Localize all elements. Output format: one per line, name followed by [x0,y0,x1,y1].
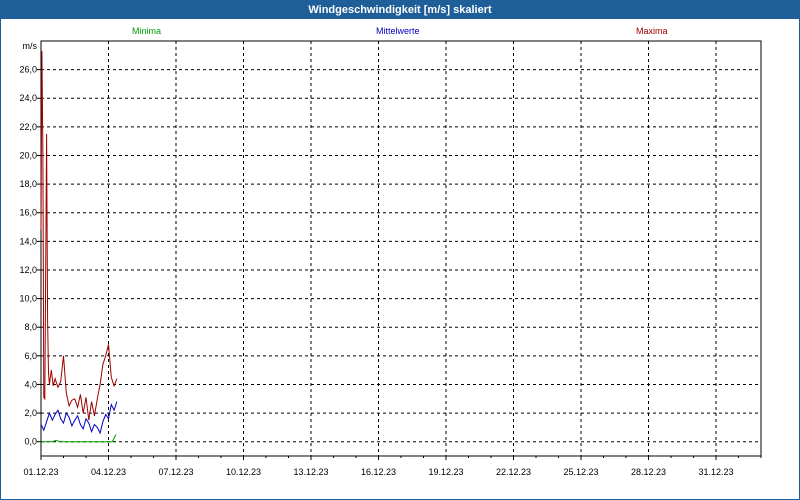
y-tick-label: 20,0 [19,150,37,160]
y-axis-unit: m/s [23,41,38,51]
grid [40,41,761,456]
y-tick-label: 0,0 [24,437,37,447]
y-tick-label: 12,0 [19,265,37,275]
y-tick-label: 10,0 [19,294,37,304]
y-tick-label: 24,0 [19,93,37,103]
plot-border [40,40,762,457]
y-tick-label: 2,0 [24,408,37,418]
x-tick-label: 16.12.23 [361,467,396,477]
x-tick-label: 31.12.23 [698,467,733,477]
chart-window: Windgeschwindigkeit [m/s] skaliert Minim… [0,0,800,500]
y-tick-label: 4,0 [24,379,37,389]
y-tick-label: 22,0 [19,122,37,132]
x-tick-label: 22.12.23 [496,467,531,477]
series-line-mittelwerte [40,401,118,435]
y-tick-label: 16,0 [19,208,37,218]
wind-speed-chart: 0,0 2,0 4,0 6,0 8,0 10,0 12,0 14,0 16,0 18,0 20,0 2… [19,40,762,477]
axes [37,40,762,460]
x-tick-label: 07.12.23 [158,467,193,477]
y-tick-label: 14,0 [19,236,37,246]
x-tick-label: 10.12.23 [226,467,261,477]
y-tick-label: 26,0 [19,65,37,75]
x-tick-label: 28.12.23 [631,467,666,477]
x-tick-label: 01.12.23 [23,467,58,477]
x-tick-label: 04.12.23 [91,467,126,477]
series-line-maxima [40,50,118,421]
x-tick-label: 25.12.23 [563,467,598,477]
x-tick-label: 19.12.23 [428,467,463,477]
y-tick-label: 18,0 [19,179,37,189]
y-tick-label: 8,0 [24,322,37,332]
x-tick-label: 13.12.23 [293,467,328,477]
series-line-minima [41,434,117,443]
y-tick-label: 6,0 [24,351,37,361]
series-lines [40,50,118,443]
tick-labels: 0,0 2,0 4,0 6,0 8,0 10,0 12,0 14,0 16,0 18,0 20,0 2… [19,41,733,477]
